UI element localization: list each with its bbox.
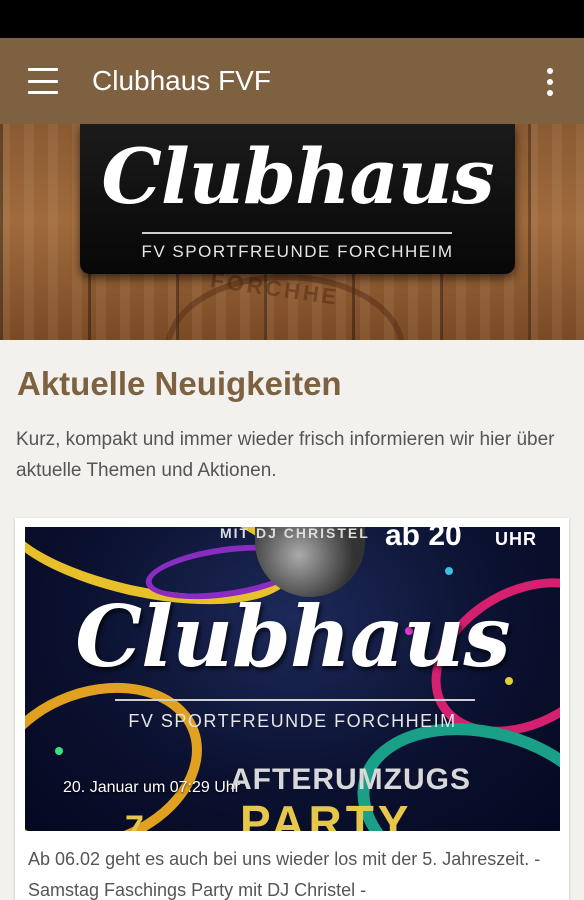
overflow-dot [547, 79, 553, 85]
overflow-dot [547, 68, 553, 74]
header-banner: FORCHHE Clubhaus FV SPORTFREUNDE FORCHHE… [0, 124, 584, 340]
news-text: Ab 06.02 geht es auch bei uns wieder los… [28, 849, 541, 900]
image-party-text: PARTY [240, 796, 413, 831]
menu-bar-line [28, 68, 58, 71]
more-vert-icon[interactable] [536, 66, 564, 98]
news-image[interactable]: MIT DJ CHRISTEL ab 20 UHR Clubhaus FV SP… [25, 527, 560, 831]
section-title: Aktuelle Neuigkeiten [17, 365, 342, 402]
image-after-text: AFTERUMZUGS [230, 763, 471, 796]
image-time-text: ab 20 [385, 527, 462, 552]
image-number-text: 7. [125, 809, 154, 831]
news-card[interactable]: MIT DJ CHRISTEL ab 20 UHR Clubhaus FV SP… [15, 518, 569, 900]
confetti-dot [445, 567, 453, 575]
banner-logo-board: Clubhaus FV SPORTFREUNDE FORCHHEIM [80, 124, 515, 274]
confetti-dot [55, 747, 63, 755]
image-uhr-text: UHR [495, 529, 537, 549]
image-logo-script: Clubhaus [75, 587, 510, 686]
news-date: 20. Januar um 07:29 Uhr [63, 779, 240, 796]
image-divider [115, 699, 475, 701]
hamburger-menu-icon[interactable] [22, 66, 64, 96]
status-bar [0, 0, 584, 38]
app-bar: Clubhaus FVF [0, 38, 584, 124]
banner-subtitle: FV SPORTFREUNDE FORCHHEIM [141, 242, 454, 261]
image-subtitle: FV SPORTFREUNDE FORCHHEIM [128, 711, 457, 731]
overflow-dot [547, 90, 553, 96]
banner-logo-script: Clubhaus [101, 132, 494, 221]
menu-bar-line [28, 91, 58, 94]
section-description: Kurz, kompakt und immer wieder frisch in… [16, 429, 555, 481]
image-dj-text: MIT DJ CHRISTEL [220, 527, 370, 541]
banner-divider [142, 232, 452, 234]
app-title: Clubhaus FVF [92, 65, 271, 96]
menu-bar-line [28, 79, 58, 83]
